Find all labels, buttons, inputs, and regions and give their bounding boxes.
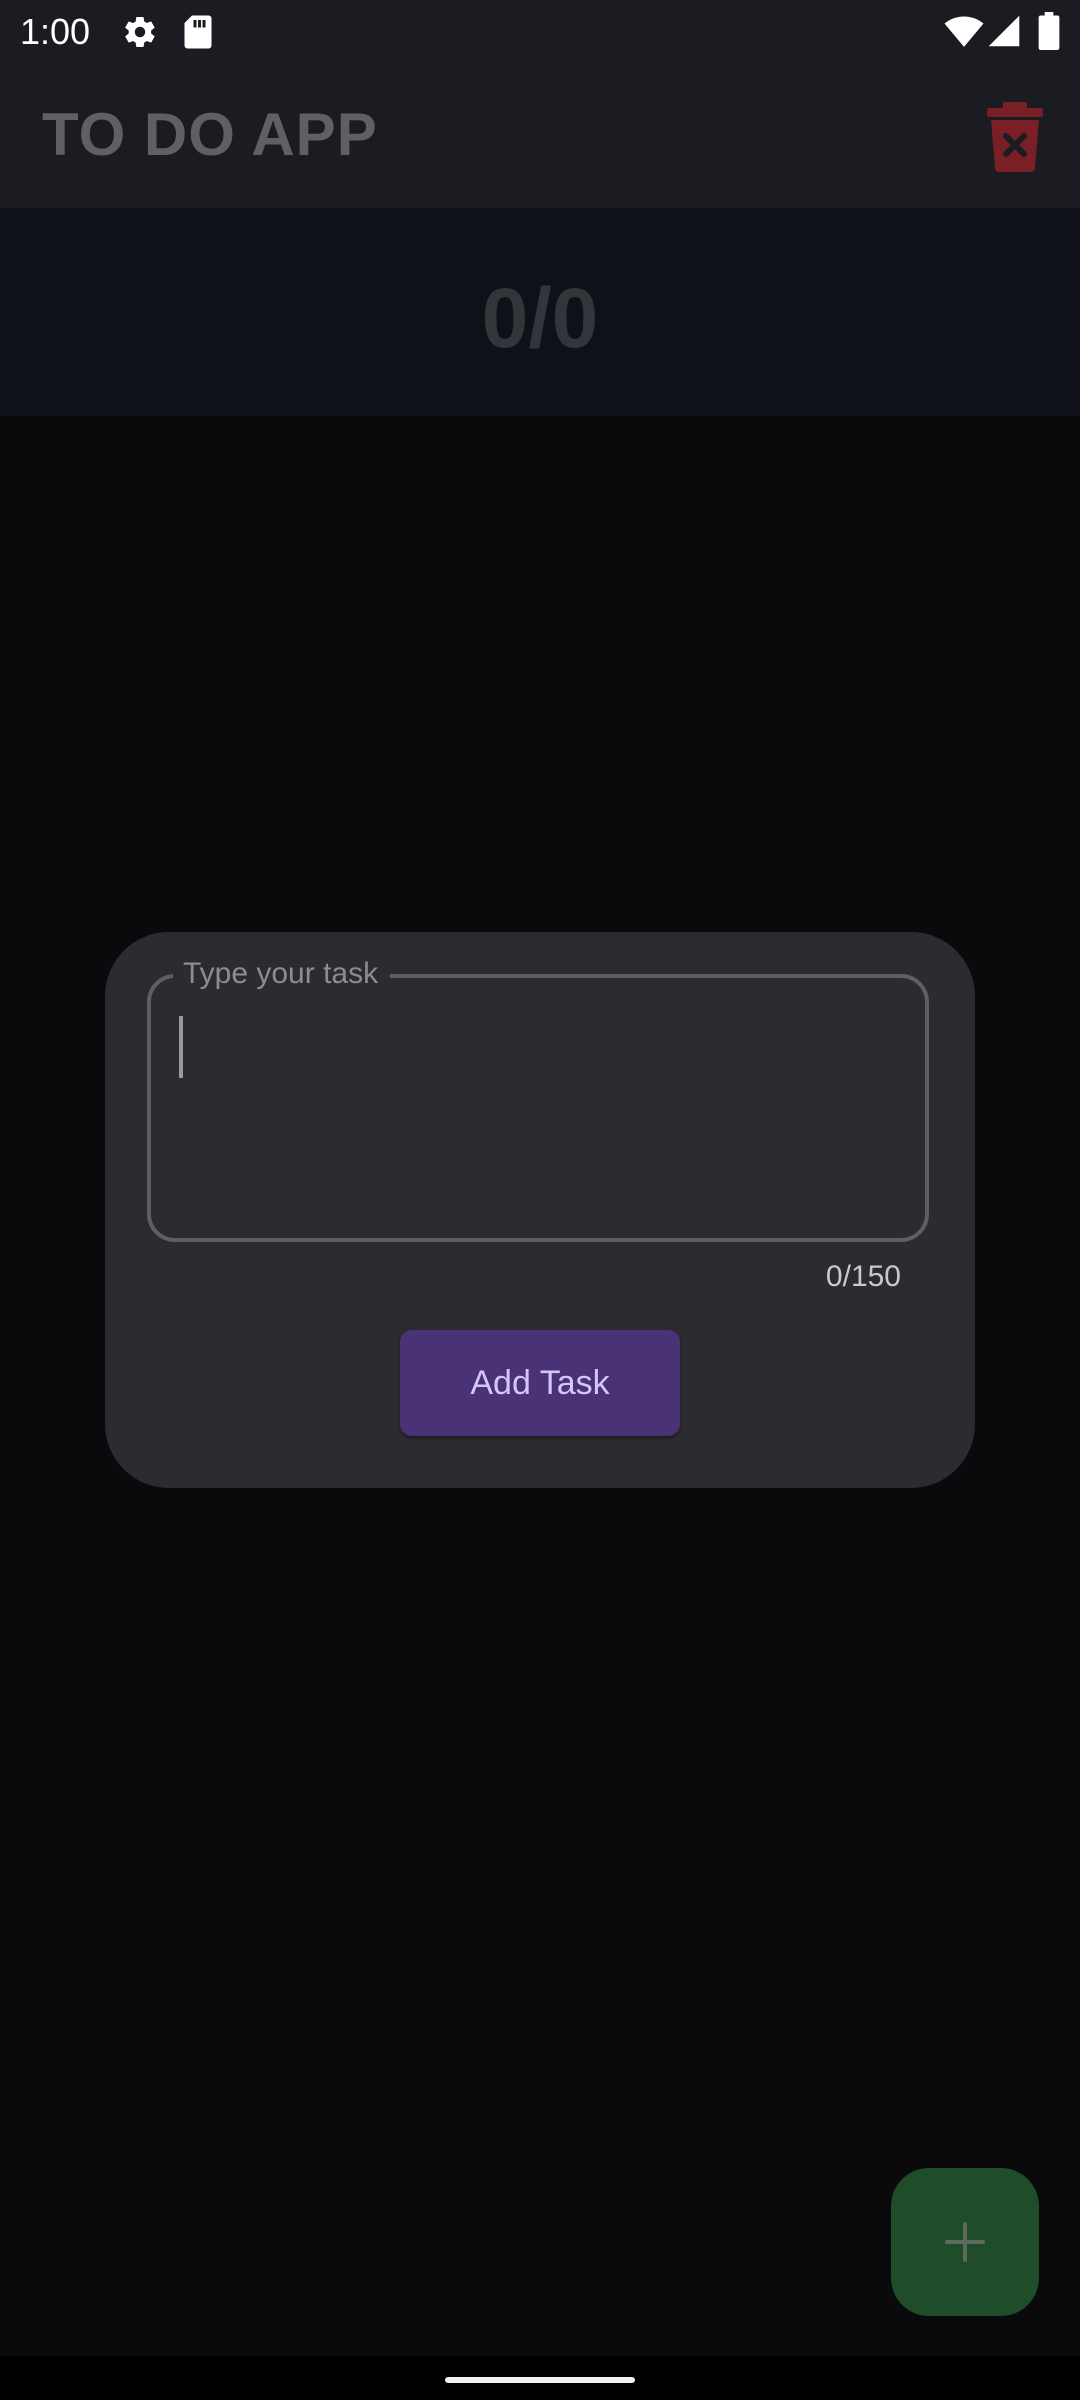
- task-field-label: Type your task: [173, 954, 391, 994]
- add-fab-button[interactable]: [891, 2168, 1039, 2316]
- status-time: 1:00: [20, 11, 91, 52]
- screen: 1:00 TO DO APP 0/0 Type your task 0/150 …: [0, 0, 1080, 2400]
- task-field: Type your task: [147, 954, 929, 1242]
- signal-icon: [987, 14, 1021, 50]
- wifi-icon: [944, 14, 984, 50]
- delete-all-button[interactable]: [985, 100, 1045, 172]
- gear-icon: [122, 14, 158, 50]
- text-cursor: [179, 1016, 183, 1078]
- add-task-dialog: Type your task 0/150 Add Task: [105, 932, 975, 1488]
- app-bar: TO DO APP: [0, 62, 1080, 208]
- task-counter: 0/0: [481, 271, 599, 365]
- gesture-nav-bar: [0, 2356, 1080, 2400]
- task-input[interactable]: [177, 1004, 901, 1208]
- trash-x-icon: [987, 102, 1043, 172]
- sd-card-icon: [183, 14, 213, 50]
- plus-icon: [945, 2222, 985, 2262]
- battery-icon: [1038, 12, 1060, 51]
- home-indicator[interactable]: [445, 2377, 635, 2383]
- char-counter: 0/150: [825, 1260, 901, 1293]
- status-bar: 1:00: [0, 0, 1080, 62]
- app-title: TO DO APP: [42, 101, 378, 168]
- add-task-button[interactable]: Add Task: [400, 1330, 680, 1436]
- task-counter-band: 0/0: [0, 208, 1080, 416]
